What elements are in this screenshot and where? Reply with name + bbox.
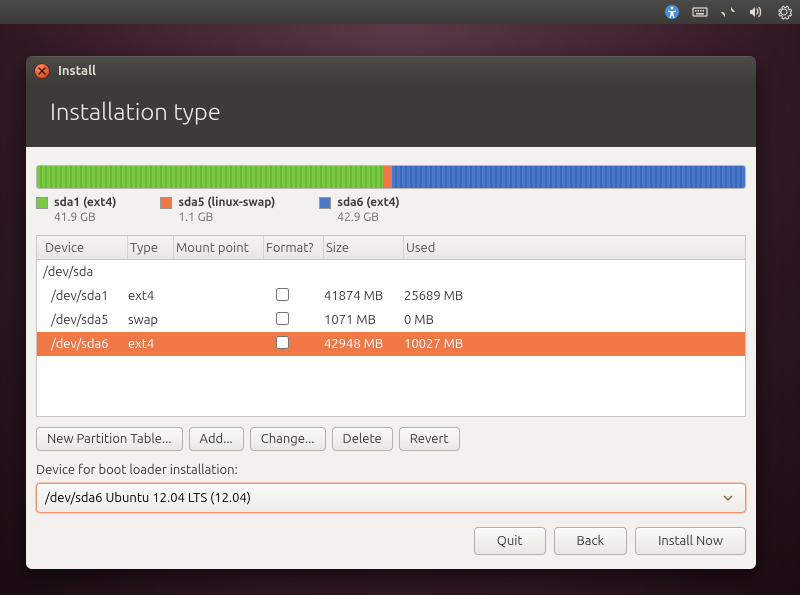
column-header[interactable]: Mount point xyxy=(174,236,264,259)
installer-window: Install Installation type sda1 (ext4)41.… xyxy=(26,56,756,569)
window-header: Installation type xyxy=(26,84,756,147)
format-checkbox[interactable] xyxy=(276,336,289,349)
new-partition-table-button[interactable]: New Partition Table... xyxy=(36,427,183,451)
format-checkbox[interactable] xyxy=(276,288,289,301)
partition-segment-blue xyxy=(392,166,745,188)
table-cell: ext4 xyxy=(128,337,174,351)
partition-segment-green xyxy=(37,166,383,188)
column-header[interactable]: Size xyxy=(324,236,404,259)
table-cell: /dev/sda1 xyxy=(43,289,128,303)
legend-item: sda5 (linux-swap)1.1 GB xyxy=(160,195,275,225)
table-cell: 0 MB xyxy=(404,313,739,327)
column-header[interactable]: Device xyxy=(43,236,128,259)
window-body: sda1 (ext4)41.9 GB sda5 (linux-swap)1.1 G… xyxy=(26,147,756,569)
column-header[interactable]: Type xyxy=(128,236,174,259)
window-titlebar[interactable]: Install xyxy=(26,56,756,84)
column-header[interactable]: Format? xyxy=(264,236,324,259)
table-row[interactable]: /dev/sda xyxy=(37,260,745,284)
close-icon[interactable] xyxy=(34,63,50,79)
legend-swatch xyxy=(160,197,172,209)
format-checkbox[interactable] xyxy=(276,312,289,325)
table-cell: /dev/sda6 xyxy=(43,337,128,351)
table-body: /dev/sda/dev/sda1ext441874 MB25689 MB/de… xyxy=(37,260,745,416)
format-cell xyxy=(264,336,324,352)
settings-icon[interactable] xyxy=(776,4,792,20)
table-header-row: DeviceTypeMount pointFormat?SizeUsed xyxy=(37,236,745,260)
system-panel xyxy=(0,0,800,24)
partition-table: DeviceTypeMount pointFormat?SizeUsed /de… xyxy=(36,235,746,417)
legend-swatch xyxy=(36,197,48,209)
bootloader-value: /dev/sda6 Ubuntu 12.04 LTS (12.04) xyxy=(45,491,251,505)
legend-text: sda5 (linux-swap)1.1 GB xyxy=(178,195,275,225)
page-title: Installation type xyxy=(50,98,732,125)
table-cell: /dev/sda5 xyxy=(43,313,128,327)
table-row[interactable]: /dev/sda6ext4 42948 MB10027 MB xyxy=(37,332,745,356)
accessibility-icon[interactable] xyxy=(664,4,680,20)
column-header[interactable]: Used xyxy=(404,236,739,259)
partition-toolbar: New Partition Table... Add... Change... … xyxy=(36,427,746,451)
legend-item: sda6 (ext4)42.9 GB xyxy=(319,195,399,225)
partition-usage-bar xyxy=(36,165,746,189)
table-row[interactable]: /dev/sda1ext4 41874 MB25689 MB xyxy=(37,284,745,308)
partition-legend: sda1 (ext4)41.9 GB sda5 (linux-swap)1.1 G… xyxy=(36,195,746,225)
wizard-footer: Quit Back Install Now xyxy=(36,527,746,555)
legend-swatch xyxy=(319,197,331,209)
window-title: Install xyxy=(58,64,96,78)
add-button[interactable]: Add... xyxy=(189,427,244,451)
chevron-down-icon xyxy=(719,493,737,503)
table-cell: 42948 MB xyxy=(324,337,404,351)
back-button[interactable]: Back xyxy=(554,527,628,555)
table-cell: /dev/sda xyxy=(43,265,128,279)
bootloader-label: Device for boot loader installation: xyxy=(36,463,746,477)
table-cell: 10027 MB xyxy=(404,337,739,351)
table-row[interactable]: /dev/sda5swap 1071 MB0 MB xyxy=(37,308,745,332)
partition-segment-orange xyxy=(383,166,392,188)
change-button[interactable]: Change... xyxy=(250,427,326,451)
table-cell: ext4 xyxy=(128,289,174,303)
revert-button[interactable]: Revert xyxy=(399,427,460,451)
format-cell xyxy=(264,288,324,304)
table-cell: 25689 MB xyxy=(404,289,739,303)
volume-icon[interactable] xyxy=(748,4,764,20)
format-cell xyxy=(264,312,324,328)
delete-button[interactable]: Delete xyxy=(332,427,393,451)
bootloader-device-select[interactable]: /dev/sda6 Ubuntu 12.04 LTS (12.04) xyxy=(36,483,746,513)
keyboard-icon[interactable] xyxy=(692,4,708,20)
table-cell: 41874 MB xyxy=(324,289,404,303)
legend-text: sda1 (ext4)41.9 GB xyxy=(54,195,116,225)
quit-button[interactable]: Quit xyxy=(474,527,546,555)
network-icon[interactable] xyxy=(720,4,736,20)
legend-item: sda1 (ext4)41.9 GB xyxy=(36,195,116,225)
legend-text: sda6 (ext4)42.9 GB xyxy=(337,195,399,225)
table-cell: 1071 MB xyxy=(324,313,404,327)
install-now-button[interactable]: Install Now xyxy=(635,527,746,555)
table-cell: swap xyxy=(128,313,174,327)
